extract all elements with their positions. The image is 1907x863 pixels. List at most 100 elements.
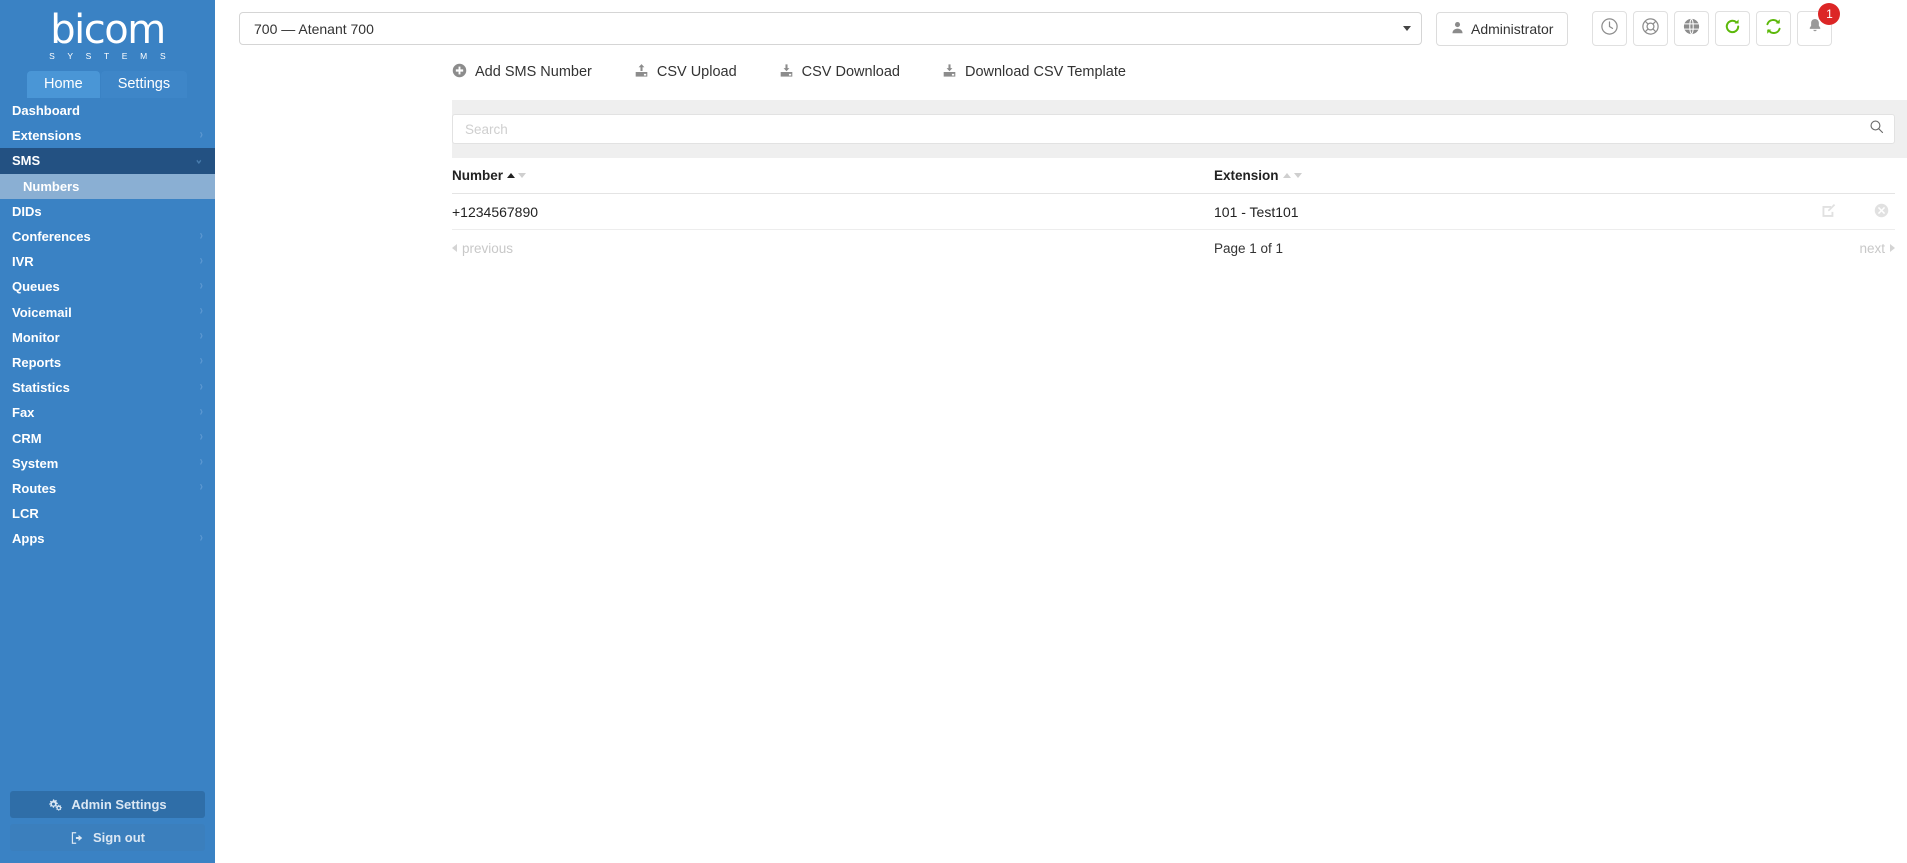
chevron-right-icon: › [199,253,203,269]
sign-out-label: Sign out [93,830,145,845]
column-header-number[interactable]: Number [452,168,1214,183]
admin-settings-button[interactable]: Admin Settings [10,791,205,818]
sidebar-item-reports[interactable]: Reports › [0,350,215,375]
tenant-select-value: 700 — Atenant 700 [254,20,374,37]
sidebar: bicom S Y S T E M S Home Settings Dashbo… [0,0,215,863]
chevron-left-icon [452,244,457,252]
previous-page-button[interactable]: previous [452,241,1214,256]
sort-ascending-icon[interactable] [507,173,516,178]
lifebuoy-icon-button[interactable] [1633,11,1669,46]
top-icon-group: 1 [1592,3,1841,46]
sidebar-item-ivr[interactable]: IVR › [0,249,215,274]
sidebar-item-dashboard[interactable]: Dashboard [0,98,215,123]
sidebar-item-label: Dashboard [12,103,80,119]
tab-home[interactable]: Home [27,71,100,98]
sidebar-item-label: Apps [12,531,45,547]
sidebar-footer: Admin Settings Sign out [10,791,205,851]
chevron-right-icon: › [199,228,203,244]
search-box[interactable] [452,114,1895,144]
notifications-button[interactable]: 1 [1797,3,1841,46]
sidebar-item-label: SMS [12,153,41,169]
search-input[interactable] [465,121,1869,137]
sidebar-item-label: CRM [12,430,42,446]
edit-icon[interactable] [1821,203,1836,221]
chevron-down-icon [1403,26,1411,31]
sidebar-item-statistics[interactable]: Statistics › [0,375,215,400]
logo-subtitle: S Y S T E M S [49,51,171,61]
reload-icon [1723,17,1742,41]
next-page-label: next [1859,240,1885,256]
sync-icon-button[interactable] [1756,11,1792,46]
numbers-table: Number Extension +1234567890 101 - Test1… [452,158,1907,230]
chevron-right-icon: › [199,455,203,470]
globe-icon-button[interactable] [1674,11,1710,46]
upload-icon [634,63,649,82]
clock-icon-button[interactable] [1592,11,1628,46]
sidebar-item-routes[interactable]: Routes › [0,476,215,501]
tenant-select[interactable]: 700 — Atenant 700 [239,12,1422,45]
sidebar-item-voicemail[interactable]: Voicemail › [0,300,215,325]
sort-descending-icon[interactable] [518,173,527,178]
sort-arrows[interactable] [507,173,527,178]
main-content: 700 — Atenant 700 Administrator 1 Add SM… [215,0,1907,863]
sort-descending-icon[interactable] [1293,173,1302,178]
sort-arrows[interactable] [1282,173,1302,178]
sort-ascending-icon[interactable] [1282,173,1291,178]
cell-number: +1234567890 [452,203,539,220]
delete-icon[interactable] [1874,203,1889,221]
reload-icon-button[interactable] [1715,11,1751,46]
sidebar-item-sms[interactable]: SMS ⌄ [0,148,215,174]
row-actions [1775,203,1895,221]
chevron-right-icon [1890,244,1895,252]
sidebar-item-label: Statistics [12,380,70,396]
sidebar-item-queues[interactable]: Queues › [0,274,215,299]
sidebar-item-crm[interactable]: CRM › [0,425,215,450]
csv-download-button[interactable]: CSV Download [779,63,900,82]
csv-upload-button[interactable]: CSV Upload [634,63,737,82]
chevron-right-icon: › [199,278,203,294]
sidebar-item-conferences[interactable]: Conferences › [0,224,215,249]
sidebar-tabs: Home Settings [0,70,215,98]
add-sms-number-button[interactable]: Add SMS Number [452,63,592,82]
sidebar-item-label: Monitor [12,329,60,345]
chevron-right-icon: › [199,530,203,546]
user-menu-button[interactable]: Administrator [1436,11,1569,46]
sidebar-item-dids[interactable]: DIDs [0,199,215,224]
action-label: Add SMS Number [475,64,592,80]
sync-icon [1764,17,1783,41]
search-icon[interactable] [1869,119,1884,139]
download-icon [779,63,794,82]
chevron-down-icon: ⌄ [194,152,203,168]
sidebar-item-lcr[interactable]: LCR [0,501,215,526]
sidebar-item-extensions[interactable]: Extensions › [0,123,215,148]
sidebar-item-label: Conferences [12,229,91,245]
column-header-extension[interactable]: Extension [1214,168,1775,183]
action-label: CSV Download [801,64,900,80]
sidebar-item-apps[interactable]: Apps › [0,526,215,551]
table-header-row: Number Extension [452,158,1895,194]
sidebar-item-label: Fax [12,405,35,421]
sidebar-item-label: DIDs [12,203,42,219]
admin-settings-label: Admin Settings [71,797,167,812]
sidebar-item-label: Extensions [12,128,82,144]
brand-logo[interactable]: bicom S Y S T E M S [0,0,215,70]
column-header-label: Extension [1214,168,1279,183]
sidebar-item-monitor[interactable]: Monitor › [0,325,215,350]
sidebar-item-label: Reports [12,354,62,370]
sidebar-item-numbers[interactable]: Numbers [0,173,215,199]
gears-icon [48,798,63,812]
table-body: +1234567890 101 - Test101 [452,194,1895,230]
action-toolbar: Add SMS Number CSV Upload CSV Download D… [215,53,1907,91]
sidebar-item-system[interactable]: System › [0,451,215,476]
sidebar-item-fax[interactable]: Fax › [0,400,215,425]
lifebuoy-icon [1641,17,1660,41]
sidebar-item-label: Voicemail [12,304,72,320]
table-row[interactable]: +1234567890 101 - Test101 [452,194,1895,230]
cell-extension: 101 - Test101 [1214,203,1299,220]
sidebar-item-label: Queues [12,279,60,295]
tab-settings[interactable]: Settings [100,71,188,98]
sign-out-button[interactable]: Sign out [10,824,205,851]
next-page-button[interactable]: next [1859,241,1895,256]
chevron-right-icon: › [199,480,203,496]
download-csv-template-button[interactable]: Download CSV Template [942,63,1126,82]
